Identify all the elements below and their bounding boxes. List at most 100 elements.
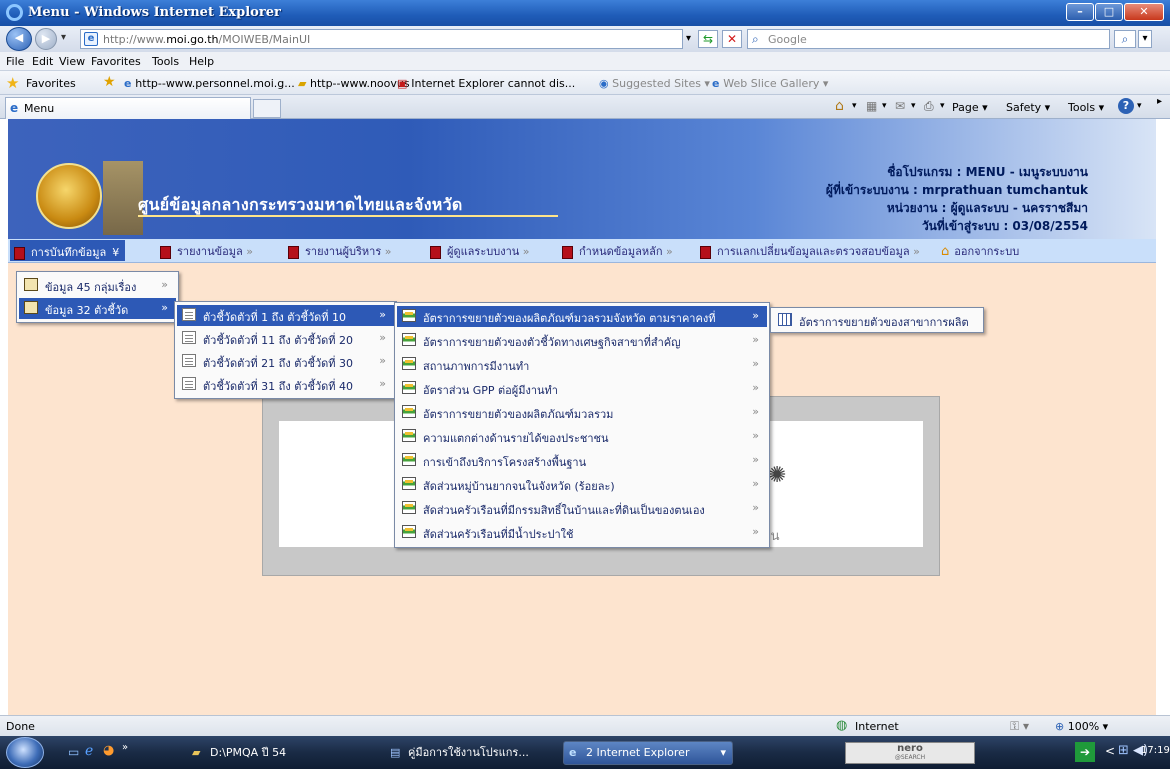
task-ie[interactable]: e 2 Internet Explorer ▾ bbox=[563, 741, 733, 765]
zoom-level: 100% bbox=[1067, 720, 1100, 733]
address-bar[interactable]: e http://www.moi.go.th/MOIWEB/MainUI bbox=[80, 29, 683, 49]
fav-item-noovus[interactable]: ▰ http--www.noovus bbox=[298, 77, 410, 90]
menu-item-indicator-11-20[interactable]: ตัวชี้วัดตัวที่ 11 ถึง ตัวชี้วัดที่ 20 » bbox=[177, 328, 394, 349]
menu3-item-8[interactable]: สัดส่วนหมู่บ้านยากจนในจังหวัด (ร้อยละ) » bbox=[397, 474, 767, 495]
home-dropdown-icon[interactable]: ▾ bbox=[852, 101, 857, 111]
book-icon bbox=[160, 245, 171, 259]
document-icon bbox=[182, 377, 196, 390]
home-icon[interactable]: ⌂ bbox=[835, 98, 844, 114]
stop-icon[interactable]: ✕ bbox=[722, 30, 742, 48]
nav-data-exchange[interactable]: การแลกเปลี่ยนข้อมูลและตรวจสอบข้อมูล » bbox=[700, 242, 920, 260]
image-icon: ▰ bbox=[298, 77, 310, 90]
site-banner: ศูนย์ข้อมูลกลางกระทรวงมหาดไทยและจังหวัด … bbox=[8, 119, 1156, 239]
menu-item-indicator-21-30-label: ตัวชี้วัดตัวที่ 21 ถึง ตัวชี้วัดที่ 30 bbox=[203, 357, 354, 370]
document-icon bbox=[182, 308, 196, 321]
task-word[interactable]: ▤ คู่มือการใช้งานโปรแกร... bbox=[385, 741, 555, 765]
network-icon[interactable]: ⊞ bbox=[1118, 743, 1129, 758]
clock[interactable]: 17:19 bbox=[1141, 745, 1170, 756]
mail-dropdown-icon[interactable]: ▾ bbox=[911, 101, 916, 111]
menu3-item-10[interactable]: สัดส่วนครัวเรือนที่มีน้ำประปาใช้ » bbox=[397, 522, 767, 543]
help-dropdown-icon[interactable]: ▾ bbox=[1137, 101, 1142, 111]
feeds-icon[interactable]: ▦ bbox=[866, 99, 877, 113]
print-icon[interactable]: ⎙ bbox=[924, 99, 934, 114]
maximize-button[interactable]: □ bbox=[1095, 3, 1123, 21]
menu3-item-2[interactable]: อัตราการขยายตัวของตัวชี้วัดทางเศษฐกิจสาข… bbox=[397, 330, 767, 351]
nav-data-entry[interactable]: การบันทึกข้อมูล ¥ bbox=[10, 240, 126, 261]
menu3-item-9[interactable]: สัดส่วนครัวเรือนที่มีกรรมสิทธิ์ในบ้านและ… bbox=[397, 498, 767, 519]
firefox-quicklaunch-icon[interactable]: ◕ bbox=[103, 743, 114, 758]
ie-quicklaunch-icon[interactable]: ℯ bbox=[85, 743, 93, 759]
panel-film-icon: ✺ bbox=[768, 463, 787, 488]
task-folder[interactable]: ▰ D:\PMQA ปี 54 bbox=[187, 741, 377, 765]
tray-arrow-icon[interactable]: ➔ bbox=[1075, 742, 1095, 762]
menu-item-indicator-1-10[interactable]: ตัวชี้วัดตัวที่ 1 ถึง ตัวชี้วัดที่ 10 » bbox=[177, 305, 394, 326]
forward-button[interactable]: ▶ bbox=[35, 28, 57, 50]
tab-menu[interactable]: e Menu bbox=[5, 97, 251, 119]
menu3-item-5[interactable]: อัตราการขยายตัวของผลิตภัณฑ์มวลรวม » bbox=[397, 402, 767, 423]
menu3-item-6[interactable]: ความแตกต่างด้านรายได้ของประชาชน » bbox=[397, 426, 767, 447]
history-dropdown-icon[interactable]: ▾ bbox=[61, 32, 66, 43]
menu-item-indicator-31-40[interactable]: ตัวชี้วัดตัวที่ 31 ถึง ตัวชี้วัดที่ 40 » bbox=[177, 374, 394, 395]
menu-tools[interactable]: Tools bbox=[152, 55, 179, 68]
nav-master-data[interactable]: กำหนดข้อมูลหลัก » bbox=[562, 242, 673, 260]
show-desktop-icon[interactable]: ▭ bbox=[68, 745, 79, 759]
zoom-control[interactable]: ⊕ 100% ▾ bbox=[1055, 720, 1108, 733]
fav-item-suggested[interactable]: ◉ Suggested Sites ▾ bbox=[599, 77, 710, 90]
tray-expand-icon[interactable]: < bbox=[1105, 744, 1115, 758]
add-favorite-icon[interactable]: ★ bbox=[103, 74, 116, 90]
toolbar-overflow-icon[interactable]: ▸ bbox=[1157, 96, 1162, 107]
image-icon bbox=[402, 453, 416, 466]
nav-data-entry-chevron: ¥ bbox=[112, 246, 120, 259]
help-icon[interactable]: ? bbox=[1118, 98, 1134, 114]
tab-label: Menu bbox=[24, 102, 55, 115]
nav-reports[interactable]: รายงานข้อมูล » bbox=[160, 242, 253, 260]
menu-item-45-groups[interactable]: ข้อมูล 45 กลุ่มเรื่อง » bbox=[19, 275, 176, 296]
menu-edit[interactable]: Edit bbox=[32, 55, 53, 68]
book-icon bbox=[14, 246, 25, 260]
menu-view[interactable]: View bbox=[59, 55, 85, 68]
menu3-item-4[interactable]: อัตราส่วน GPP ต่อผู้มีงานทำ » bbox=[397, 378, 767, 399]
start-button[interactable] bbox=[6, 737, 44, 768]
nav-exec-reports[interactable]: รายงานผู้บริหาร » bbox=[288, 242, 392, 260]
mail-icon[interactable]: ✉ bbox=[895, 99, 905, 113]
fav-item-ie-cannot[interactable]: ▣ Internet Explorer cannot dis... bbox=[397, 77, 575, 90]
refresh-icon[interactable]: ⇆ bbox=[698, 30, 718, 48]
search-input[interactable]: ⌕ Google bbox=[747, 29, 1110, 49]
menu3-item-7[interactable]: การเข้าถึงบริการโครงสร้างพื้นฐาน » bbox=[397, 450, 767, 471]
close-button[interactable]: ✕ bbox=[1124, 3, 1164, 21]
tools-menu[interactable]: Tools ▾ bbox=[1068, 101, 1104, 114]
minimize-button[interactable]: – bbox=[1066, 3, 1094, 21]
search-options-icon[interactable]: ▾ bbox=[1138, 30, 1152, 48]
menu4-item-1[interactable]: อัตราการขยายตัวของสาขาการผลิต bbox=[773, 310, 981, 331]
menu-file[interactable]: File bbox=[6, 55, 24, 68]
address-dropdown-icon[interactable]: ▾ bbox=[686, 33, 691, 44]
menu-help[interactable]: Help bbox=[189, 55, 214, 68]
print-dropdown-icon[interactable]: ▾ bbox=[940, 101, 945, 111]
favorites-button[interactable]: Favorites bbox=[26, 77, 76, 90]
protected-mode-icon[interactable]: ⚿ ▾ bbox=[1010, 719, 1029, 734]
nav-admin[interactable]: ผู้ดูแลระบบงาน » bbox=[430, 242, 530, 260]
safety-menu[interactable]: Safety ▾ bbox=[1006, 101, 1050, 114]
feeds-dropdown-icon[interactable]: ▾ bbox=[882, 101, 887, 111]
new-tab-button[interactable] bbox=[253, 99, 281, 118]
document-icon bbox=[182, 331, 196, 344]
menu3-item-6-label: ความแตกต่างด้านรายได้ของประชาชน bbox=[423, 432, 609, 445]
fav-item-personnel[interactable]: e http--www.personnel.moi.g... bbox=[124, 77, 295, 90]
table-icon bbox=[778, 313, 792, 326]
menu-favorites[interactable]: Favorites bbox=[91, 55, 141, 68]
menu3-item-3[interactable]: สถานภาพการมีงานทำ » bbox=[397, 354, 767, 375]
menu3-item-1[interactable]: อัตราการขยายตัวของผลิตภัณฑ์มวลรวมจังหวัด… bbox=[397, 306, 767, 327]
fav-item-webslice[interactable]: e Web Slice Gallery ▾ bbox=[712, 77, 828, 90]
chevron-right-icon: » bbox=[752, 501, 759, 514]
nav-logout[interactable]: ⌂ ออกจากระบบ bbox=[941, 242, 1019, 260]
quicklaunch-overflow-icon[interactable]: » bbox=[122, 742, 128, 753]
window-title-bar[interactable]: Menu - Windows Internet Explorer – □ ✕ bbox=[0, 0, 1170, 26]
nero-search-box[interactable]: nero @SEARCH bbox=[845, 742, 975, 764]
menu-item-32-indicators[interactable]: ข้อมูล 32 ตัวชี้วัด » bbox=[19, 298, 176, 319]
menu-item-indicator-21-30[interactable]: ตัวชี้วัดตัวที่ 21 ถึง ตัวชี้วัดที่ 30 » bbox=[177, 351, 394, 372]
page-menu[interactable]: Page ▾ bbox=[952, 101, 988, 114]
globe-icon: ◍ bbox=[836, 718, 848, 733]
search-button[interactable]: ⌕ bbox=[1114, 30, 1136, 48]
menu3-item-4-label: อัตราส่วน GPP ต่อผู้มีงานทำ bbox=[423, 384, 558, 397]
back-button[interactable]: ◀ bbox=[6, 27, 32, 51]
